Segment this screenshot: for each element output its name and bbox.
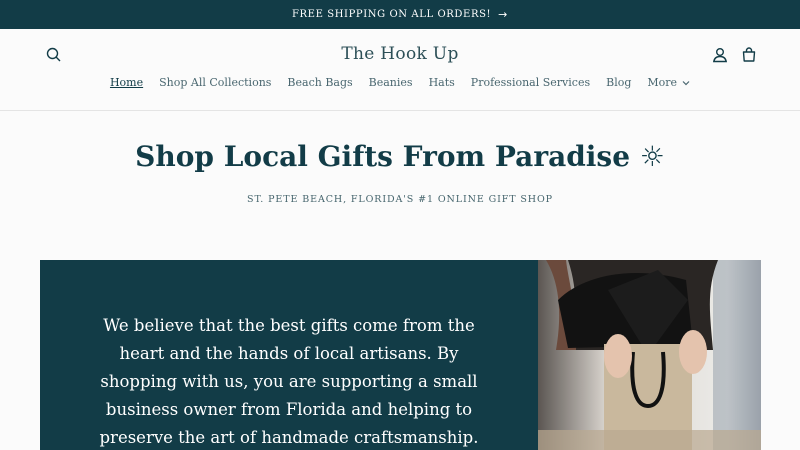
nav-blog[interactable]: Blog: [606, 76, 631, 89]
arrow-right-icon: →: [498, 8, 508, 21]
announcement-text: FREE SHIPPING ON ALL ORDERS!: [292, 9, 492, 20]
nav-home[interactable]: Home: [110, 76, 143, 89]
feature-text-panel: We believe that the best gifts come from…: [40, 260, 538, 450]
nav-more-label: More: [647, 76, 678, 89]
feature-text: We believe that the best gifts come from…: [99, 316, 479, 447]
gift-bag-photo: [538, 260, 761, 450]
site-header: The Hook Up Home Shop All Collections Be…: [0, 29, 800, 111]
hero-title: Shop Local Gifts From Paradise ☼: [135, 140, 665, 173]
cart-icon[interactable]: [739, 45, 759, 65]
store-logo[interactable]: The Hook Up: [0, 44, 800, 64]
nav-professional-services[interactable]: Professional Services: [471, 76, 590, 89]
nav-beanies[interactable]: Beanies: [369, 76, 413, 89]
announcement-bar[interactable]: FREE SHIPPING ON ALL ORDERS! →: [0, 0, 800, 29]
hero-subtitle: ST. PETE BEACH, FLORIDA'S #1 ONLINE GIFT…: [247, 194, 553, 205]
account-icon[interactable]: [710, 45, 730, 65]
nav-more[interactable]: More: [647, 76, 690, 89]
nav-beach-bags[interactable]: Beach Bags: [287, 76, 352, 89]
main-nav: Home Shop All Collections Beach Bags Bea…: [0, 76, 800, 89]
nav-shop-all-collections[interactable]: Shop All Collections: [159, 76, 271, 89]
nav-hats[interactable]: Hats: [429, 76, 455, 89]
chevron-down-icon: [682, 80, 690, 85]
